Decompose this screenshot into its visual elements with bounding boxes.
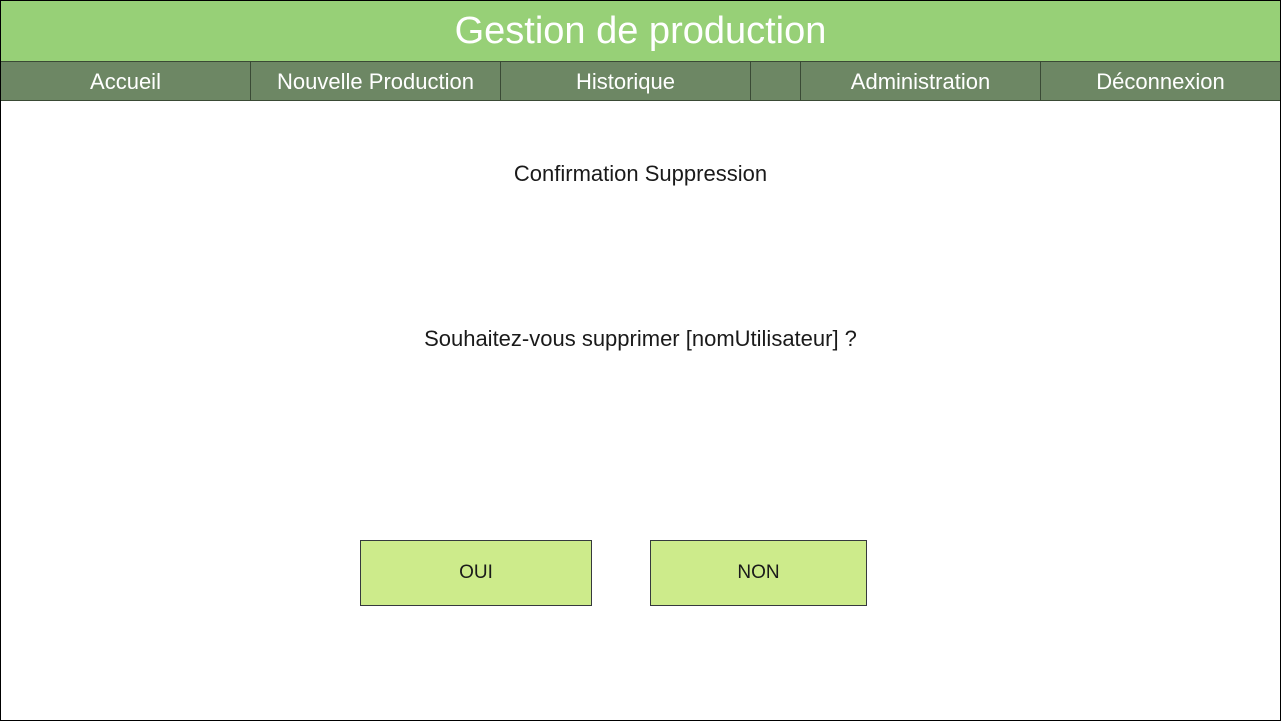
nav-item-historique[interactable]: Historique	[501, 62, 751, 100]
nav-item-administration[interactable]: Administration	[801, 62, 1041, 100]
confirmation-message: Souhaitez-vous supprimer [nomUtilisateur…	[424, 326, 857, 351]
nav-item-deconnexion[interactable]: Déconnexion	[1041, 62, 1280, 100]
confirm-no-button[interactable]: NON	[650, 540, 867, 606]
dialog-title: Confirmation Suppression	[513, 161, 768, 186]
nav-spacer	[751, 62, 801, 100]
nav-item-nouvelle-production[interactable]: Nouvelle Production	[251, 62, 501, 100]
nav-item-accueil[interactable]: Accueil	[1, 62, 251, 100]
app-window: Gestion de production Accueil Nouvelle P…	[0, 0, 1281, 721]
confirm-yes-button[interactable]: OUI	[360, 540, 592, 606]
main-nav: Accueil Nouvelle Production Historique A…	[1, 61, 1280, 101]
app-title: Gestion de production	[1, 1, 1280, 61]
